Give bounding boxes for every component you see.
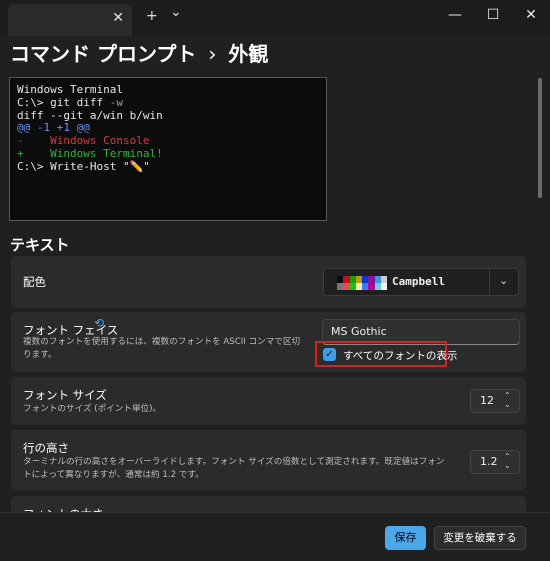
preview-flag: -w [109,95,123,109]
show-all-fonts-checkbox[interactable]: ✓ [323,348,336,361]
divider [489,269,490,295]
maximize-icon[interactable]: ☐ [483,7,503,23]
chevron-right-icon: › [208,42,217,66]
breadcrumb-profile[interactable]: コマンド プロンプト [10,42,196,66]
color-scheme-value: Campbell [392,275,445,288]
tab-dropdown-icon[interactable]: ⌄ [170,4,182,20]
show-all-fonts-label[interactable]: すべてのフォントの表示 [343,348,457,363]
color-swatches [337,276,387,290]
title-bar: ✕ + ⌄ — ☐ ✕ [0,0,550,36]
line-height-label: 行の高さ [23,441,69,455]
color-scheme-card: 配色 Campbell ⌄ [11,256,526,308]
discard-changes-button[interactable]: 変更を破棄する [434,526,526,550]
up-down-arrows-icon[interactable]: ⌃ ⌄ [504,452,511,470]
color-swatch [380,283,387,290]
chevron-down-icon: ⌄ [499,274,509,287]
color-swatch [380,276,387,283]
line-height-description: ターミナルの行の高さをオーバーライドします。フォント サイズの倍数として測定され… [23,457,445,480]
reset-icon[interactable]: ⟲ [94,316,104,330]
color-scheme-label: 配色 [23,275,46,289]
page-title: 外観 [228,42,269,66]
preview-line: C:\> Write-Host "✏️" [17,159,150,173]
font-face-card: フォント フェイス ⟲ 複数のフォントを使用するには、複数のフォントを ASCI… [11,312,526,372]
line-height-card: 行の高さ ターミナルの行の高さをオーバーライドします。フォント サイズの倍数とし… [11,430,526,490]
minimize-icon[interactable]: — [445,7,465,23]
new-tab-icon[interactable]: + [146,8,158,24]
scrollbar[interactable] [538,78,542,198]
save-button[interactable]: 保存 [385,526,426,550]
font-size-description: フォントのサイズ (ポイント単位)。 [23,404,162,414]
font-size-stepper[interactable]: 12 ⌃ ⌄ [470,389,520,413]
line-height-value: 1.2 [480,455,498,468]
close-window-icon[interactable]: ✕ [521,7,541,23]
up-down-arrows-icon[interactable]: ⌃ ⌄ [504,391,511,409]
line-height-stepper[interactable]: 1.2 ⌃ ⌄ [470,450,520,474]
font-size-card: フォント サイズ フォントのサイズ (ポイント単位)。 12 ⌃ ⌄ [11,377,526,425]
font-face-description: 複数のフォントを使用するには、複数のフォントを ASCII コンマで区切ります。 [23,337,301,360]
preview-prompt: C:\> [17,95,51,109]
color-scheme-dropdown[interactable]: Campbell ⌄ [323,268,519,296]
font-size-value: 12 [480,394,494,407]
section-title: テキスト [10,236,70,254]
preview-line: C:\> git diff -w [17,95,319,110]
preview-command: git diff [50,95,110,109]
terminal-preview: Windows Terminal C:\> git diff -w diff -… [9,77,327,221]
breadcrumb: コマンド プロンプト › 外観 [10,38,268,67]
action-bar: 保存 変更を破棄する [0,512,550,561]
active-tab[interactable]: ✕ [8,4,132,36]
show-all-fonts-highlight: ✓ すべてのフォントの表示 [315,341,457,367]
tab-close-icon[interactable]: ✕ [112,10,124,26]
font-size-label: フォント サイズ [23,388,107,402]
preview-line: + Windows Terminal! [17,146,163,160]
